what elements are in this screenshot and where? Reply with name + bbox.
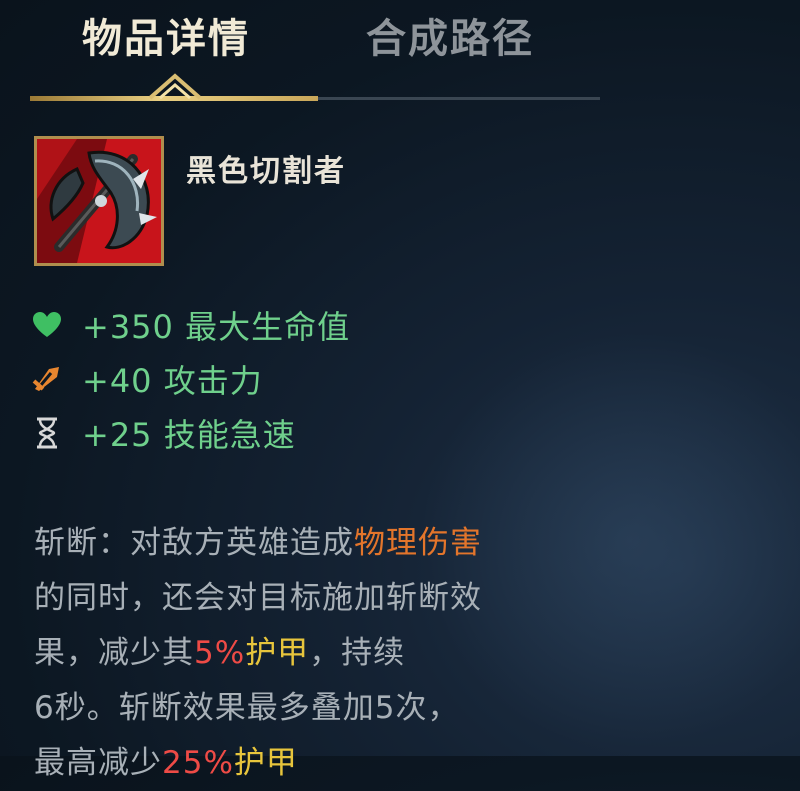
description-text: ，持续	[309, 635, 406, 671]
stat-health-text: +350 最大生命值	[82, 308, 351, 346]
stat-ability-haste: +25 技能急速	[30, 408, 296, 458]
description-text: 最高减少	[34, 745, 162, 781]
sword-attack-icon	[30, 362, 64, 396]
percent-value: 5%	[194, 635, 246, 671]
armor-keyword: 护甲	[233, 745, 298, 781]
description-line: 果，减少其5%护甲，持续	[34, 626, 624, 681]
tab-build-path[interactable]: 合成路径	[366, 6, 534, 64]
stat-attack-damage: +40 攻击力	[30, 354, 263, 404]
description-text: 果，减少其	[34, 635, 194, 671]
tab-item-details[interactable]: 物品详情	[82, 6, 250, 64]
description-line: 的同时，还会对目标施加斩断效	[34, 571, 624, 626]
description-text: 6秒。斩断效果最多叠加5次，	[34, 690, 460, 726]
armor-keyword: 护甲	[245, 635, 310, 671]
description-line: 斩断：对敌方英雄造成物理伤害	[34, 516, 624, 571]
stat-haste-text: +25 技能急速	[82, 416, 296, 454]
description-line: 最高减少25%护甲	[34, 736, 624, 791]
description-text: 斩断：对敌方英雄造成	[34, 525, 354, 561]
black-cleaver-axe-icon[interactable]	[34, 136, 164, 266]
active-tab-caret-icon	[148, 73, 202, 100]
heart-icon	[30, 308, 64, 342]
hourglass-icon	[30, 416, 64, 450]
percent-value: 25%	[162, 745, 234, 781]
stat-health: +350 最大生命值	[30, 300, 350, 350]
item-description: 斩断：对敌方英雄造成物理伤害 的同时，还会对目标施加斩断效 果，减少其5%护甲，…	[34, 516, 624, 791]
description-line: 6秒。斩断效果最多叠加5次，	[34, 681, 624, 736]
stat-attack-text: +40 攻击力	[82, 362, 263, 400]
item-name: 黑色切割者	[186, 154, 346, 189]
tab-bar: 物品详情 合成路径	[0, 0, 800, 110]
description-text: 的同时，还会对目标施加斩断效	[34, 580, 482, 616]
physical-damage-keyword: 物理伤害	[354, 525, 482, 561]
